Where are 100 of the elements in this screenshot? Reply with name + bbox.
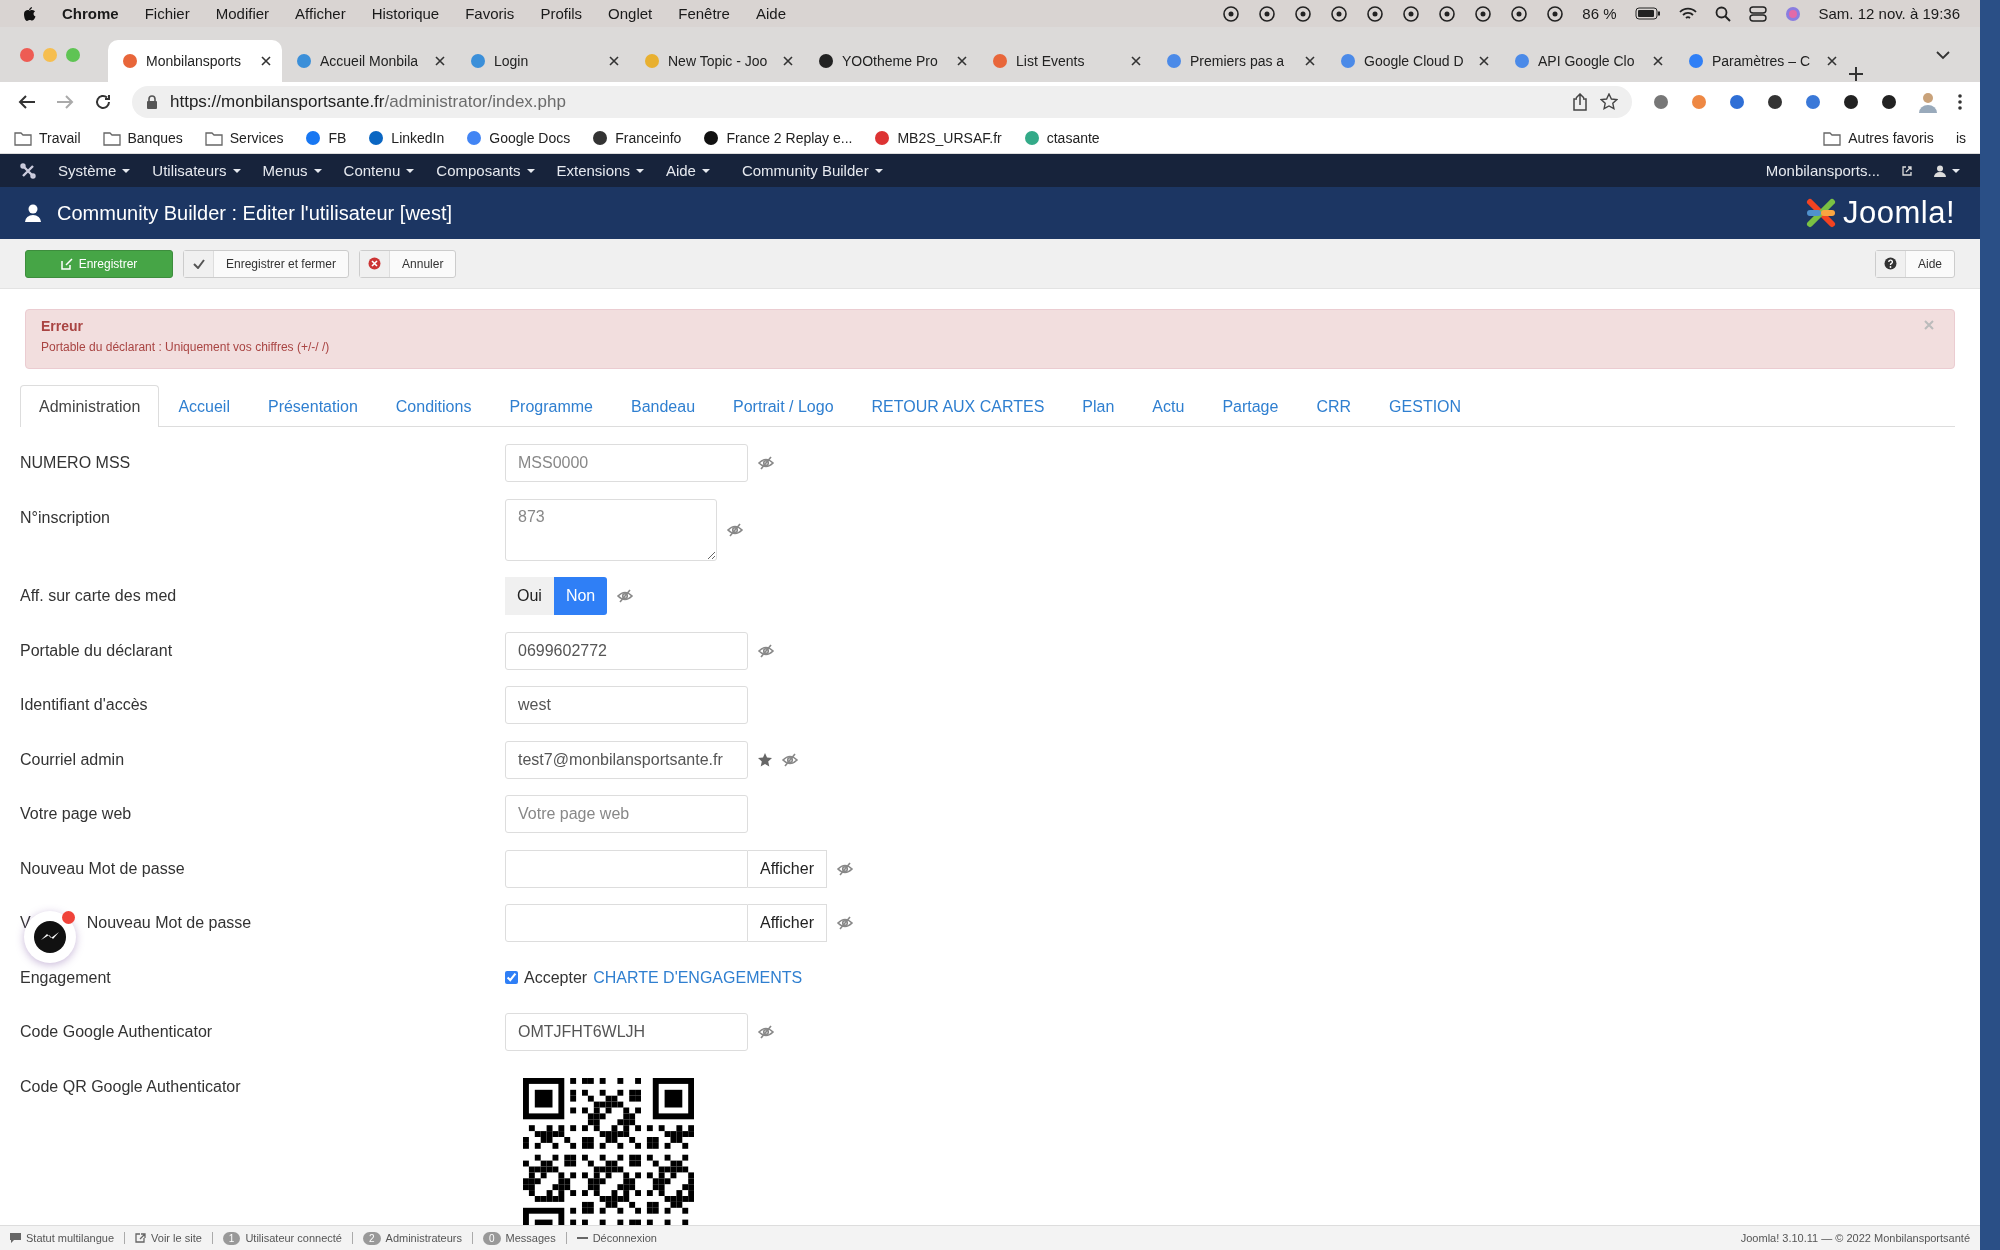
status-item[interactable]: Déconnexion [576, 1232, 657, 1244]
text-field[interactable]: OMTJFHT6WLJH [505, 1013, 748, 1051]
password-field[interactable] [505, 849, 748, 888]
browser-tab[interactable]: YOOtheme Pro [804, 40, 978, 82]
close-icon[interactable] [1304, 55, 1316, 67]
bookmark[interactable]: Services [204, 129, 284, 146]
new-tab-icon[interactable] [1848, 66, 1864, 82]
chevron-down-icon[interactable] [1936, 49, 1950, 60]
address-bar[interactable]: https://monbilansportsante.fr/administrator/index.php [132, 86, 1632, 118]
site-link[interactable]: Monbilansports... [1765, 162, 1880, 179]
close-icon[interactable] [1652, 55, 1664, 67]
form-tab[interactable]: Plan [1063, 385, 1134, 427]
search-icon[interactable] [1714, 5, 1731, 22]
close-icon[interactable] [434, 55, 446, 67]
status-item[interactable]: Voir le site [135, 1232, 202, 1244]
menu-item[interactable]: Composants [436, 162, 535, 179]
close-icon[interactable] [1478, 55, 1490, 67]
close-icon[interactable] [782, 55, 794, 67]
menu-item[interactable]: Modifier [215, 5, 270, 22]
bookmark[interactable]: Banques [102, 129, 183, 146]
wifi-icon[interactable] [1678, 6, 1697, 21]
browser-tab[interactable]: List Events [978, 40, 1152, 82]
toggle-option[interactable]: Non [553, 577, 608, 615]
form-tab[interactable]: Bandeau [612, 385, 715, 427]
bookmark[interactable]: FB [305, 129, 347, 146]
status-item[interactable]: 1 Utilisateur connecté [222, 1231, 342, 1245]
show-password-button[interactable]: Afficher [748, 904, 827, 942]
form-tab[interactable]: CRR [1297, 385, 1371, 427]
text-field[interactable]: Votre page web [505, 795, 748, 833]
reload-icon[interactable] [94, 93, 112, 111]
charter-link[interactable]: CHARTE D'ENGAGEMENTS [593, 968, 803, 987]
back-arrow-icon[interactable] [18, 94, 36, 110]
menu-item[interactable]: Fichier [144, 5, 190, 22]
status-item[interactable]: Statut multilangue [10, 1232, 115, 1244]
form-tab[interactable]: GESTION [1370, 385, 1481, 427]
password-field[interactable] [505, 904, 748, 942]
form-tab[interactable]: Administration [20, 385, 160, 427]
menu-item[interactable]: Menus [262, 162, 322, 179]
checkbox[interactable] [505, 971, 518, 984]
menu-item[interactable]: Aide [755, 5, 786, 22]
menu-item[interactable]: Afficher [295, 5, 346, 22]
menu-item[interactable]: Contenu [343, 162, 415, 179]
control-center-icon[interactable] [1748, 5, 1767, 22]
form-tab[interactable]: Programme [490, 385, 612, 427]
browser-tab[interactable]: Google Cloud D [1326, 40, 1500, 82]
form-tab[interactable]: Accueil [159, 385, 249, 427]
star-icon[interactable] [1600, 93, 1618, 111]
browser-tab[interactable]: Login [456, 40, 630, 82]
joomla-icon[interactable] [20, 162, 36, 179]
show-password-button[interactable]: Afficher [748, 849, 827, 888]
menu-item[interactable]: Profils [540, 5, 583, 22]
menu-item[interactable]: Extensions [556, 162, 644, 179]
close-icon[interactable] [608, 55, 620, 67]
browser-tab[interactable]: Premiers pas a [1152, 40, 1326, 82]
text-field[interactable]: 0699602772 [505, 631, 748, 670]
menu-item[interactable]: Utilisateurs [152, 162, 241, 179]
status-item[interactable]: 2 Administrateurs [363, 1231, 462, 1245]
text-field[interactable]: MSS0000 [505, 444, 748, 482]
menu-item[interactable]: Favoris [465, 5, 515, 22]
menu-item[interactable]: Fenêtre [678, 5, 730, 22]
save-close-button[interactable]: Enregistrer et fermer [183, 249, 350, 278]
bookmark[interactable]: Travail [14, 129, 81, 146]
menu-item[interactable]: Aide [665, 162, 710, 179]
status-item[interactable]: 0 Messages [482, 1231, 556, 1245]
form-tab[interactable]: Actu [1133, 385, 1204, 427]
bookmark[interactable]: ctasante [1023, 129, 1100, 146]
form-tab[interactable]: Conditions [376, 385, 491, 427]
form-tab[interactable]: Présentation [248, 385, 377, 427]
bookmark[interactable]: MB2S_URSAF.fr [874, 129, 1002, 146]
close-icon[interactable] [956, 55, 968, 67]
form-tab[interactable]: RETOUR AUX CARTES [852, 385, 1064, 427]
browser-tab[interactable]: API Google Clo [1500, 40, 1674, 82]
close-icon[interactable] [1826, 55, 1838, 67]
battery-icon[interactable] [1634, 7, 1661, 20]
text-field[interactable]: west [505, 686, 748, 724]
browser-tab[interactable]: New Topic - Joo [630, 40, 804, 82]
text-field[interactable]: test7@monbilansportsante.fr [505, 740, 748, 779]
bookmark[interactable]: LinkedIn [368, 129, 445, 146]
menu-item[interactable]: Onglet [608, 5, 653, 22]
form-tab[interactable]: Portrait / Logo [714, 385, 853, 427]
menu-item[interactable]: Système [58, 162, 131, 179]
close-icon[interactable] [1130, 55, 1142, 67]
bookmark[interactable]: Franceinfo [592, 129, 682, 146]
form-tab[interactable]: Partage [1203, 385, 1298, 427]
close-icon[interactable] [260, 55, 272, 67]
bookmark[interactable]: Autres favoris [1823, 129, 1934, 146]
user-menu[interactable] [1934, 164, 1960, 177]
text-area[interactable]: 873 [505, 498, 717, 561]
cancel-button[interactable]: Annuler [359, 249, 457, 278]
toggle-option[interactable]: Oui [505, 577, 554, 615]
menu-item[interactable]: Historique [371, 5, 440, 22]
bookmark[interactable]: is [1955, 129, 1966, 146]
browser-tab[interactable]: Monbilansports [108, 40, 282, 82]
menu-item[interactable]: Community Builder [741, 162, 883, 179]
share-icon[interactable] [1572, 93, 1588, 111]
app-menu[interactable]: Chrome [62, 5, 119, 22]
bookmark[interactable]: Google Docs [466, 129, 571, 146]
browser-tab[interactable]: Accueil Monbila [282, 40, 456, 82]
browser-tab[interactable]: Paramètres – C [1674, 40, 1848, 82]
more-icon[interactable] [1958, 94, 1962, 110]
